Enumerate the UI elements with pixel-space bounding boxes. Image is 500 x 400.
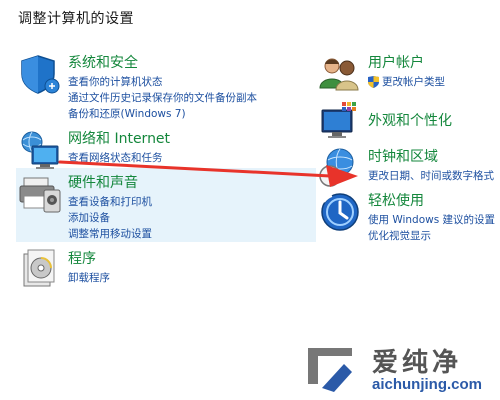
ease-of-access-icon (318, 190, 362, 234)
category-programs[interactable]: 程序 卸载程序 (18, 248, 298, 288)
link-recommended-settings[interactable]: 使用 Windows 建议的设置 (368, 212, 495, 228)
category-hardware-sound[interactable]: 硬件和声音 查看设备和打印机 添加设备 调整常用移动设置 (18, 172, 298, 240)
category-title[interactable]: 轻松使用 (368, 190, 424, 210)
network-icon (18, 128, 62, 172)
page-title: 调整计算机的设置 (18, 11, 134, 27)
category-ease-of-access[interactable]: 轻松使用 使用 Windows 建议的设置 优化视觉显示 (318, 190, 498, 246)
link-optimize-display[interactable]: 优化视觉显示 (368, 228, 495, 244)
link-change-account-type[interactable]: 更改帐户类型 (368, 74, 445, 90)
category-clock-region[interactable]: 时钟和区域 更改日期、时间或数字格式 (318, 146, 498, 187)
uac-shield-icon (368, 76, 379, 88)
link-add-device[interactable]: 添加设备 (68, 210, 152, 226)
category-title[interactable]: 用户帐户 (368, 52, 424, 72)
watermark-name: 爱纯净 (372, 348, 463, 378)
users-icon (318, 52, 362, 96)
printer-icon (18, 172, 62, 216)
programs-icon (18, 248, 62, 292)
category-title[interactable]: 外观和个性化 (368, 110, 452, 130)
category-title[interactable]: 程序 (68, 248, 96, 268)
watermark-logo (304, 344, 360, 396)
link-label: 更改帐户类型 (382, 76, 445, 88)
link-view-status[interactable]: 查看你的计算机状态 (68, 74, 257, 90)
link-date-time-format[interactable]: 更改日期、时间或数字格式 (368, 168, 494, 184)
category-network[interactable]: 网络和 Internet 查看网络状态和任务 (18, 128, 298, 169)
link-file-history[interactable]: 通过文件历史记录保存你的文件备份副本 (68, 90, 257, 106)
link-network-status[interactable]: 查看网络状态和任务 (68, 150, 163, 166)
watermark: 爱纯净 aichunjing.com (300, 340, 500, 400)
category-title[interactable]: 网络和 Internet (68, 128, 170, 148)
link-backup-restore[interactable]: 备份和还原(Windows 7) (68, 106, 257, 122)
clock-globe-icon (318, 146, 362, 190)
link-mobility-settings[interactable]: 调整常用移动设置 (68, 226, 152, 242)
category-title[interactable]: 时钟和区域 (368, 146, 438, 166)
link-uninstall-program[interactable]: 卸载程序 (68, 270, 110, 286)
link-devices-printers[interactable]: 查看设备和打印机 (68, 194, 152, 210)
category-title[interactable]: 硬件和声音 (68, 172, 138, 192)
category-user-accounts[interactable]: 用户帐户 更改帐户类型 (318, 52, 498, 92)
shield-icon (18, 52, 62, 96)
category-system-security[interactable]: 系统和安全 查看你的计算机状态 通过文件历史记录保存你的文件备份副本 备份和还原… (18, 52, 298, 120)
category-title[interactable]: 系统和安全 (68, 52, 138, 72)
watermark-url: aichunjing.com (372, 376, 483, 393)
category-appearance[interactable]: 外观和个性化 (318, 100, 498, 140)
appearance-icon (318, 100, 362, 144)
